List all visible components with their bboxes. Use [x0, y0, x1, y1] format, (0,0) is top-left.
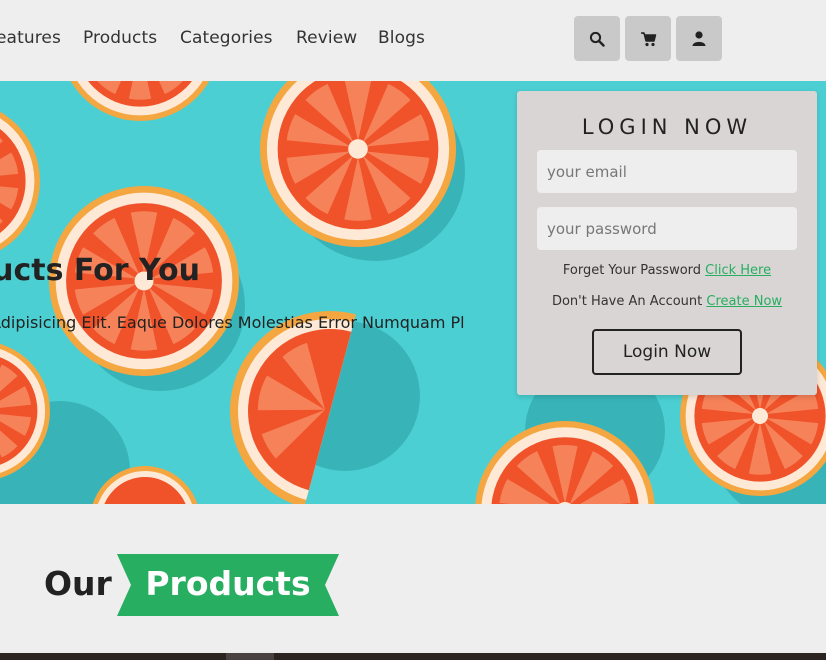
login-title: LOGIN NOW [581, 115, 753, 139]
search-icon [589, 31, 605, 47]
header: eatures Products Categories Review Blogs [0, 0, 826, 81]
cart-button[interactable] [625, 16, 671, 61]
forgot-password-line: Forget Your Password Click Here [517, 263, 817, 278]
login-form: LOGIN NOW Forget Your Password Click Her… [517, 91, 817, 395]
password-field[interactable] [537, 207, 797, 250]
login-button[interactable]: Login Now [592, 329, 742, 375]
create-account-link[interactable]: Create Now [706, 294, 782, 309]
create-account-line: Don't Have An Account Create Now [517, 294, 817, 309]
nav-link-categories[interactable]: Categories [180, 28, 273, 48]
next-section-edge [0, 653, 826, 660]
forgot-password-text: Forget Your Password [562, 263, 702, 278]
cart-icon [640, 31, 656, 46]
user-button[interactable] [676, 16, 722, 61]
section-heading-plain: Our [44, 564, 112, 603]
nav-link-products[interactable]: Products [83, 28, 157, 48]
hero-title: oducts For You [0, 253, 200, 288]
nav-link-features[interactable]: eatures [0, 28, 61, 48]
nav-link-blogs[interactable]: Blogs [378, 28, 425, 48]
search-button[interactable] [574, 16, 620, 61]
email-field[interactable] [537, 150, 797, 193]
user-icon [692, 31, 706, 46]
section-heading-highlight: Products [145, 564, 311, 603]
hero-description: tur Adipisicing Elit. Eaque Dolores Mole… [0, 313, 465, 332]
create-account-text: Don't Have An Account [551, 294, 703, 309]
forgot-password-link[interactable]: Click Here [705, 263, 771, 278]
nav-link-review[interactable]: Review [296, 28, 357, 48]
